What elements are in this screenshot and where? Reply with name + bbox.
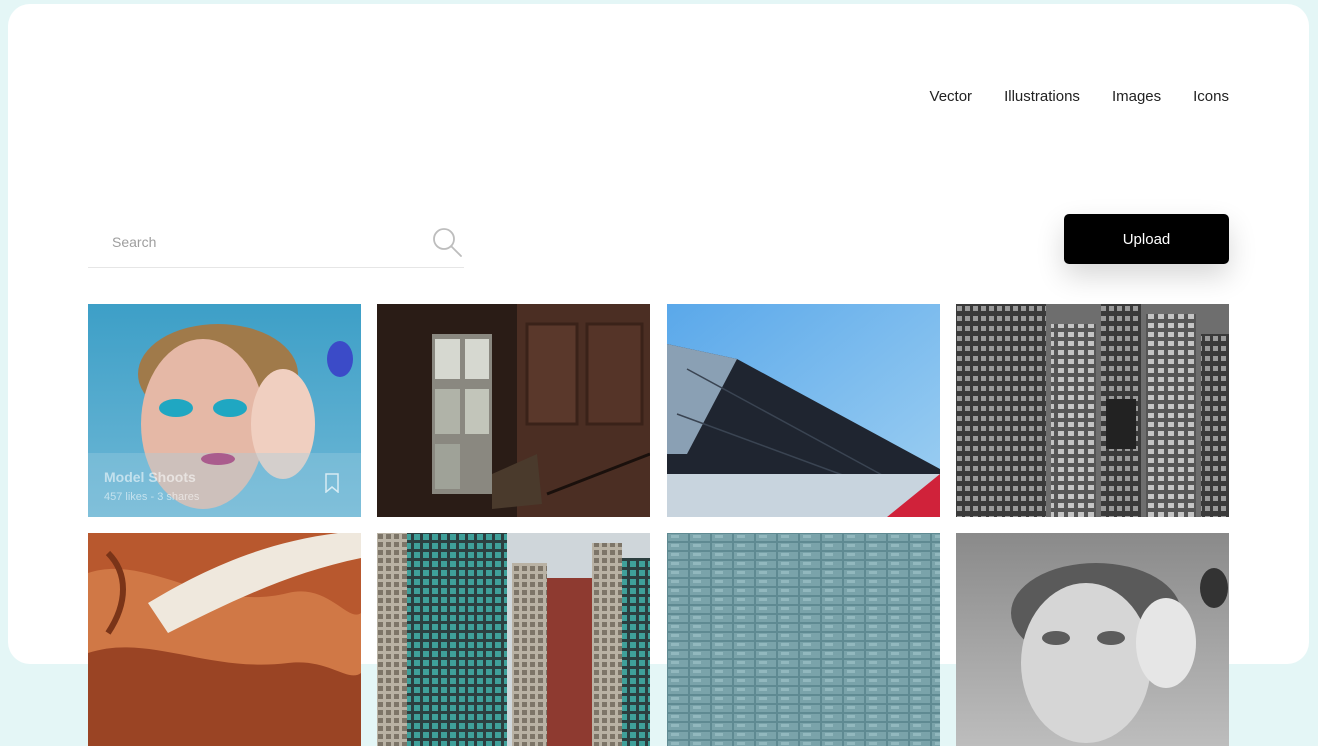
top-nav: Vector Illustrations Images Icons bbox=[930, 88, 1229, 105]
gallery-tile-city-towers[interactable] bbox=[377, 533, 650, 746]
gallery-tile-old-window[interactable] bbox=[377, 304, 650, 517]
search-bar bbox=[88, 217, 464, 268]
gallery-tile-stone-wall[interactable] bbox=[667, 533, 940, 746]
photo-old-window bbox=[377, 304, 650, 517]
search-input[interactable] bbox=[88, 217, 418, 267]
nav-images[interactable]: Images bbox=[1112, 88, 1161, 105]
gallery-tile-building-roof[interactable] bbox=[667, 304, 940, 517]
search-icon[interactable] bbox=[432, 227, 464, 259]
photo-bw-skyscrapers bbox=[956, 304, 1229, 517]
nav-vector[interactable]: Vector bbox=[930, 88, 973, 105]
tile-title: Model Shoots bbox=[104, 469, 196, 485]
photo-city-towers bbox=[377, 533, 650, 746]
gallery-tile-bw-portrait[interactable] bbox=[956, 533, 1229, 746]
upload-button[interactable]: Upload bbox=[1064, 214, 1229, 264]
tile-overlay: Model Shoots 457 likes - 3 shares bbox=[88, 453, 361, 517]
bookmark-icon[interactable] bbox=[325, 473, 339, 493]
main-card: Vector Illustrations Images Icons Upload bbox=[8, 4, 1309, 746]
gallery-tile-makeup-portrait[interactable]: Model Shoots 457 likes - 3 shares bbox=[88, 304, 361, 517]
nav-illustrations[interactable]: Illustrations bbox=[1004, 88, 1080, 105]
photo-bw-portrait bbox=[956, 533, 1229, 746]
photo-building-roof-sky bbox=[667, 304, 940, 517]
photo-stone-wall bbox=[667, 533, 940, 746]
gallery-tile-aerial-desert[interactable] bbox=[88, 533, 361, 746]
gallery-tile-bw-skyscrapers[interactable] bbox=[956, 304, 1229, 517]
photo-aerial-desert bbox=[88, 533, 361, 746]
tile-meta: 457 likes - 3 shares bbox=[104, 491, 200, 503]
nav-icons[interactable]: Icons bbox=[1193, 88, 1229, 105]
